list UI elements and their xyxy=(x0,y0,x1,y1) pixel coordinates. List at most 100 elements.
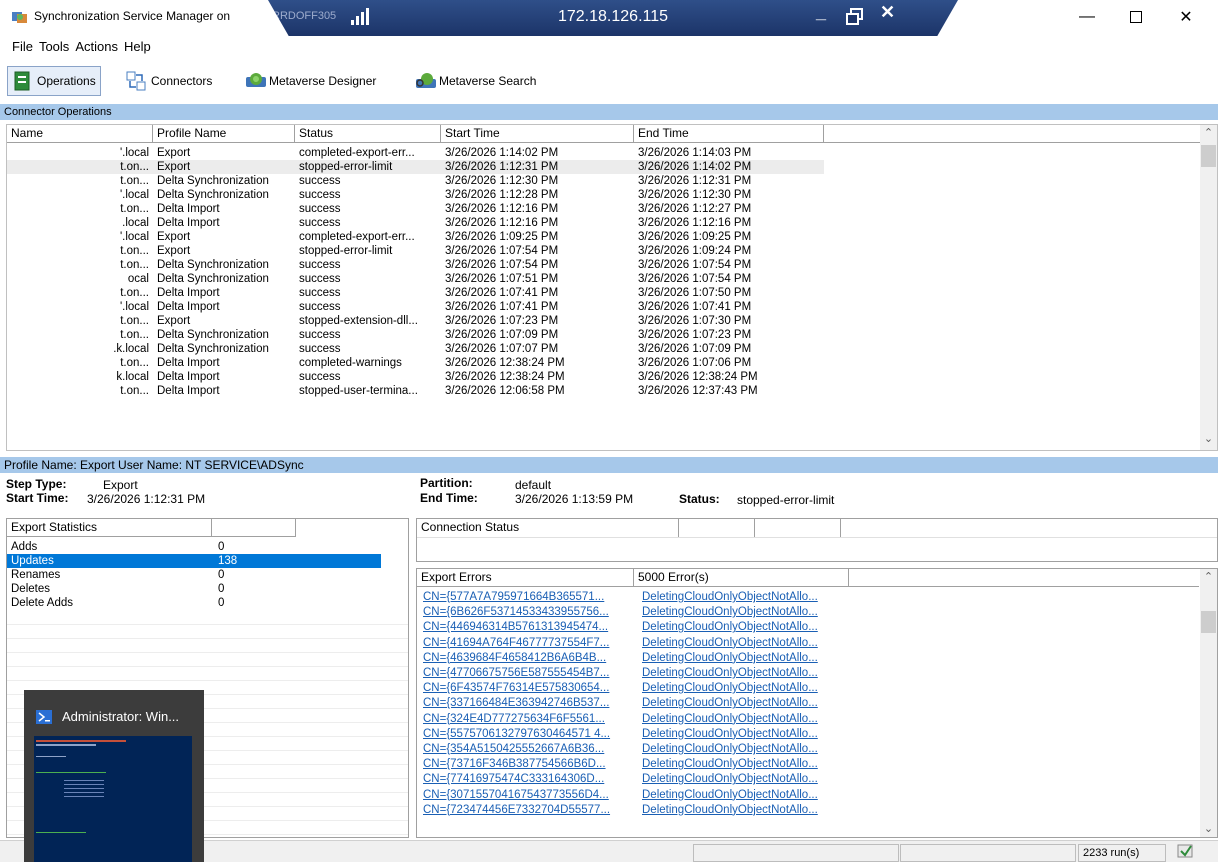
operation-row[interactable]: t.on... Delta Import success 3/26/2026 1:12… xyxy=(7,202,1197,216)
operation-row[interactable]: .local Delta Import success 3/26/2026 1:12:… xyxy=(7,216,1197,230)
operation-end: 3/26/2026 12:38:24 PM xyxy=(638,371,758,383)
scroll-up-icon[interactable]: ⌃ xyxy=(1200,125,1217,142)
export-error-row[interactable]: CN={354A5150425552667A6B36... DeletingClo… xyxy=(417,742,1197,756)
stat-row[interactable]: Adds 0 xyxy=(7,540,381,554)
rdp-minimize-button[interactable]: _ xyxy=(816,2,826,23)
export-error-row[interactable]: CN={577A7A795971664B365571... DeletingClo… xyxy=(417,590,1197,604)
error-type-link[interactable]: DeletingCloudOnlyObjectNotAllo... xyxy=(638,681,849,695)
error-type-link[interactable]: DeletingCloudOnlyObjectNotAllo... xyxy=(638,696,849,710)
error-object-dn-link[interactable]: CN={354A5150425552667A6B36... xyxy=(421,742,634,756)
export-error-row[interactable]: CN={47706675756E587555454B7... DeletingCl… xyxy=(417,666,1197,680)
export-error-row[interactable]: CN={77416975474C333164306D... DeletingClo… xyxy=(417,772,1197,786)
scroll-down-icon[interactable]: ⌄ xyxy=(1200,431,1217,448)
error-type-link[interactable]: DeletingCloudOnlyObjectNotAllo... xyxy=(638,651,849,665)
error-object-dn-link[interactable]: CN={77416975474C333164306D... xyxy=(421,772,634,786)
operation-row[interactable]: t.on... Delta Import completed-warnings 3/2… xyxy=(7,356,1197,370)
error-type-link[interactable]: DeletingCloudOnlyObjectNotAllo... xyxy=(638,590,849,604)
error-type-link[interactable]: DeletingCloudOnlyObjectNotAllo... xyxy=(638,772,849,786)
export-error-row[interactable]: CN={723474456E7332704D55577... DeletingCl… xyxy=(417,803,1197,817)
operation-row[interactable]: t.on... Delta Synchronization success 3/26/… xyxy=(7,174,1197,188)
operation-row[interactable]: t.on... Export stopped-error-limit 3/26/202… xyxy=(7,160,824,174)
column-header-status[interactable]: Status xyxy=(295,125,441,143)
powershell-thumbnail[interactable]: Administrator: Win... xyxy=(24,690,204,862)
maximize-button[interactable] xyxy=(1113,2,1159,32)
export-error-row[interactable]: CN={324E4D777275634F6F5561... DeletingClo… xyxy=(417,712,1197,726)
error-object-dn-link[interactable]: CN={73716F346B387754566B6D... xyxy=(421,757,634,771)
scroll-down-icon[interactable]: ⌄ xyxy=(1200,821,1217,837)
minimize-button[interactable]: — xyxy=(1064,2,1110,32)
error-type-link[interactable]: DeletingCloudOnlyObjectNotAllo... xyxy=(638,620,849,634)
operation-row[interactable]: '.local Delta Import success 3/26/2026 1:07… xyxy=(7,300,1197,314)
error-type-link[interactable]: DeletingCloudOnlyObjectNotAllo... xyxy=(638,742,849,756)
rdp-close-button[interactable]: ✕ xyxy=(880,2,895,23)
operation-row[interactable]: '.local Export completed-export-err... 3/26… xyxy=(7,230,1197,244)
error-type-link[interactable]: DeletingCloudOnlyObjectNotAllo... xyxy=(638,712,849,726)
export-errors-header[interactable]: Export Errors xyxy=(417,569,634,587)
error-object-dn-link[interactable]: CN={4639684F4658412B6A6B4B... xyxy=(421,651,634,665)
export-error-row[interactable]: CN={73716F346B387754566B6D... DeletingClo… xyxy=(417,757,1197,771)
column-header-end-time[interactable]: End Time xyxy=(634,125,824,143)
menu-actions[interactable]: Actions xyxy=(75,36,124,54)
operations-scrollbar[interactable]: ⌃ ⌄ xyxy=(1200,125,1217,450)
menu-file[interactable]: File xyxy=(0,36,39,54)
export-error-row[interactable]: CN={446946314B5761313945474... DeletingCl… xyxy=(417,620,1197,634)
error-type-link[interactable]: DeletingCloudOnlyObjectNotAllo... xyxy=(638,757,849,771)
operation-row[interactable]: t.on... Delta Synchronization success 3/26/… xyxy=(7,258,1197,272)
stat-row[interactable]: Renames 0 xyxy=(7,568,381,582)
error-type-link[interactable]: DeletingCloudOnlyObjectNotAllo... xyxy=(638,605,849,619)
column-header-profile[interactable]: Profile Name xyxy=(153,125,295,143)
operation-row[interactable]: '.local Export completed-export-err... 3/26… xyxy=(7,146,1197,160)
export-error-row[interactable]: CN={5575706132797630464571 4... DeletingC… xyxy=(417,727,1197,741)
export-error-row[interactable]: CN={41694A764F46777737554F7... DeletingCl… xyxy=(417,636,1197,650)
operation-row[interactable]: .k.local Delta Synchronization success 3/26… xyxy=(7,342,1197,356)
scroll-thumb[interactable] xyxy=(1201,145,1216,167)
error-type-link[interactable]: DeletingCloudOnlyObjectNotAllo... xyxy=(638,636,849,650)
operation-row[interactable]: t.on... Delta Import stopped-user-termina.… xyxy=(7,384,1197,398)
error-type-link[interactable]: DeletingCloudOnlyObjectNotAllo... xyxy=(638,803,849,817)
export-error-row[interactable]: CN={6F43574F76314E575830654... DeletingCl… xyxy=(417,681,1197,695)
metaverse-search-button[interactable]: Metaverse Search xyxy=(410,66,540,96)
error-object-dn-link[interactable]: CN={6F43574F76314E575830654... xyxy=(421,681,634,695)
error-type-link[interactable]: DeletingCloudOnlyObjectNotAllo... xyxy=(638,666,849,680)
close-button[interactable]: ✕ xyxy=(1163,2,1209,32)
error-object-dn-link[interactable]: CN={6B626F53714533433955756... xyxy=(421,605,634,619)
operation-row[interactable]: ocal Delta Synchronization success 3/26/202… xyxy=(7,272,1197,286)
export-error-row[interactable]: CN={307155704167543773556D4... DeletingCl… xyxy=(417,788,1197,802)
scroll-thumb[interactable] xyxy=(1201,611,1216,633)
stat-row[interactable]: Updates 138 xyxy=(7,554,381,568)
error-object-dn-link[interactable]: CN={577A7A795971664B365571... xyxy=(421,590,634,604)
connectors-button[interactable]: Connectors xyxy=(122,66,216,96)
error-object-dn-link[interactable]: CN={324E4D777275634F6F5561... xyxy=(421,712,634,726)
stat-row[interactable]: Delete Adds 0 xyxy=(7,596,381,610)
menu-help[interactable]: Help xyxy=(124,36,157,54)
error-object-dn-link[interactable]: CN={337166484E363942746B537... xyxy=(421,696,634,710)
metaverse-designer-button[interactable]: Metaverse Designer xyxy=(240,66,380,96)
export-error-row[interactable]: CN={337166484E363942746B537... DeletingCl… xyxy=(417,696,1197,710)
error-type-link[interactable]: DeletingCloudOnlyObjectNotAllo... xyxy=(638,788,849,802)
operation-row[interactable]: t.on... Delta Import success 3/26/2026 1:07… xyxy=(7,286,1197,300)
menu-tools[interactable]: Tools xyxy=(39,36,75,54)
export-errors-count[interactable]: 5000 Error(s) xyxy=(634,569,849,587)
error-type-link[interactable]: DeletingCloudOnlyObjectNotAllo... xyxy=(638,727,849,741)
operation-row[interactable]: '.local Delta Synchronization success 3/26/… xyxy=(7,188,1197,202)
scroll-up-icon[interactable]: ⌃ xyxy=(1200,569,1217,586)
operation-row[interactable]: t.on... Export stopped-extension-dll... 3/2… xyxy=(7,314,1197,328)
error-object-dn-link[interactable]: CN={5575706132797630464571 4... xyxy=(421,727,634,741)
error-object-dn-link[interactable]: CN={47706675756E587555454B7... xyxy=(421,666,634,680)
operation-row[interactable]: t.on... Export stopped-error-limit 3/26/202… xyxy=(7,244,1197,258)
error-object-dn-link[interactable]: CN={307155704167543773556D4... xyxy=(421,788,634,802)
error-object-dn-link[interactable]: CN={723474456E7332704D55577... xyxy=(421,803,634,817)
rdp-restore-button[interactable] xyxy=(846,8,864,26)
operations-button[interactable]: Operations xyxy=(7,66,101,96)
error-object-dn-link[interactable]: CN={446946314B5761313945474... xyxy=(421,620,634,634)
column-header-name[interactable]: Name xyxy=(7,125,153,143)
operation-row[interactable]: k.local Delta Import success 3/26/2026 12:3… xyxy=(7,370,1197,384)
export-error-row[interactable]: CN={4639684F4658412B6A6B4B... DeletingClo… xyxy=(417,651,1197,665)
stat-row[interactable]: Deletes 0 xyxy=(7,582,381,596)
operation-row[interactable]: t.on... Delta Synchronization success 3/26/… xyxy=(7,328,1197,342)
column-header-start-time[interactable]: Start Time xyxy=(441,125,634,143)
export-error-row[interactable]: CN={6B626F53714533433955756... DeletingCl… xyxy=(417,605,1197,619)
error-object-dn-link[interactable]: CN={41694A764F46777737554F7... xyxy=(421,636,634,650)
operation-end: 3/26/2026 1:07:30 PM xyxy=(638,315,752,327)
export-errors-scrollbar[interactable]: ⌃ ⌄ xyxy=(1200,569,1217,837)
